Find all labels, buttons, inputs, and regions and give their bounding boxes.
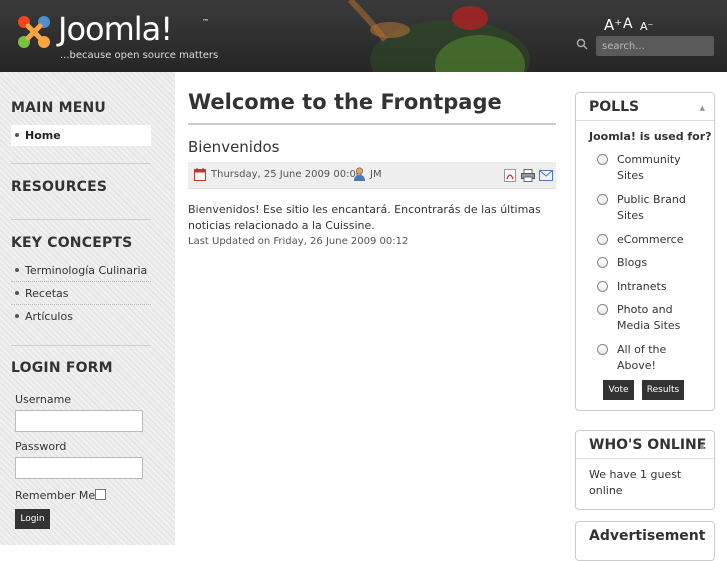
key-concepts-title: KEY CONCEPTS	[11, 235, 133, 251]
bullet-icon	[15, 133, 19, 137]
poll-option-label: Photo and Media Sites	[617, 303, 681, 332]
calendar-icon	[194, 168, 206, 181]
article-date: Thursday, 25 June 2009 00:00	[211, 169, 363, 180]
divider	[11, 219, 151, 220]
poll-option-label: Intranets	[617, 280, 667, 293]
radio-button[interactable]	[597, 154, 608, 165]
vote-button[interactable]: Vote	[603, 380, 634, 400]
bullet-icon	[15, 291, 19, 295]
poll-option-label: Community Sites	[617, 153, 681, 182]
user-icon	[354, 167, 365, 181]
username-field[interactable]	[15, 410, 143, 432]
advertisement-title: Advertisement	[589, 528, 706, 544]
username-label: Username	[15, 393, 72, 406]
last-updated: Last Updated on Friday, 26 June 2009 00:…	[188, 236, 409, 247]
article-title[interactable]: Bienvenidos	[188, 138, 280, 156]
logo-wordmark: Joomla!	[58, 10, 173, 48]
poll-option-label: Public Brand Sites	[617, 193, 686, 222]
joomla-logo-icon	[18, 16, 50, 48]
polls-module: POLLS ▲ Joomla! is used for? Community S…	[575, 92, 715, 411]
page-title: Welcome to the Frontpage	[188, 90, 502, 114]
joomla-logo[interactable]: Joomla! ™ ...because open source matters	[14, 10, 218, 64]
whos-online-header: WHO'S ONLINE ▲	[576, 431, 714, 459]
polls-header: POLLS ▲	[576, 93, 714, 121]
logo-tagline: ...because open source matters	[60, 50, 219, 61]
login-button[interactable]: Login	[15, 509, 50, 529]
font-size-bigger-button[interactable]: A⁺	[604, 16, 622, 34]
login-form-title: LOGIN FORM	[11, 360, 113, 376]
password-label: Password	[15, 440, 67, 453]
main-menu-title: MAIN MENU	[11, 100, 106, 116]
radio-button[interactable]	[597, 194, 608, 205]
remember-me-label: Remember Me	[15, 489, 96, 502]
key-concepts-item-recetas[interactable]: Recetas	[11, 283, 151, 305]
poll-option-label: Blogs	[617, 256, 648, 269]
pdf-icon[interactable]	[504, 169, 516, 182]
radio-button[interactable]	[597, 257, 608, 268]
key-concepts-item-articulos[interactable]: Artículos	[11, 306, 151, 327]
radio-button[interactable]	[597, 344, 608, 355]
radio-button[interactable]	[597, 304, 608, 315]
polls-title: POLLS	[589, 99, 640, 115]
menu-item-label: Terminología Culinaria	[25, 264, 148, 277]
bullet-icon	[15, 268, 19, 272]
search-icon	[576, 38, 588, 50]
title-divider	[188, 123, 556, 125]
collapse-icon[interactable]: ▲	[700, 104, 705, 112]
whos-online-module: WHO'S ONLINE ▲ We have 1 guest online	[575, 430, 715, 510]
radio-button[interactable]	[597, 281, 608, 292]
font-size-smaller-button[interactable]: A⁻	[640, 20, 653, 33]
frog-header-image	[347, 0, 530, 72]
article-body: Bienvenidos! Ese sitio les encantará. En…	[188, 203, 541, 232]
collapse-icon[interactable]: ▲	[700, 442, 705, 450]
radio-button[interactable]	[597, 234, 608, 245]
poll-question: Joomla! is used for?	[589, 130, 712, 143]
email-icon[interactable]	[539, 170, 553, 181]
password-field[interactable]	[15, 457, 143, 479]
divider	[11, 163, 151, 164]
menu-item-label: Recetas	[25, 287, 69, 300]
poll-option-label: eCommerce	[617, 233, 684, 246]
bullet-icon	[15, 314, 19, 318]
poll-option-label: All of the Above!	[617, 343, 667, 372]
remember-me-checkbox[interactable]	[95, 489, 106, 500]
key-concepts-item-terminologia[interactable]: Terminología Culinaria	[11, 260, 151, 282]
whos-online-title: WHO'S ONLINE	[589, 437, 707, 453]
menu-item-label: Home	[25, 129, 61, 142]
advertisement-module: Advertisement	[575, 521, 715, 561]
logo-trademark: ™	[202, 18, 209, 26]
divider	[11, 345, 151, 346]
font-size-reset-button[interactable]: A	[623, 16, 633, 32]
resources-title: RESOURCES	[11, 179, 108, 195]
site-header: Joomla! ™ ...because open source matters…	[0, 0, 727, 72]
article-meta-bar: Thursday, 25 June 2009 00:00 JM	[188, 162, 556, 189]
results-button[interactable]: Results	[642, 380, 684, 400]
article-author: JM	[370, 169, 382, 180]
online-status-text: We have 1 guest online	[589, 468, 682, 497]
main-menu-item-home[interactable]: Home	[11, 125, 151, 146]
search-input[interactable]	[596, 36, 714, 56]
menu-item-label: Artículos	[25, 310, 73, 323]
print-icon[interactable]	[521, 169, 535, 182]
